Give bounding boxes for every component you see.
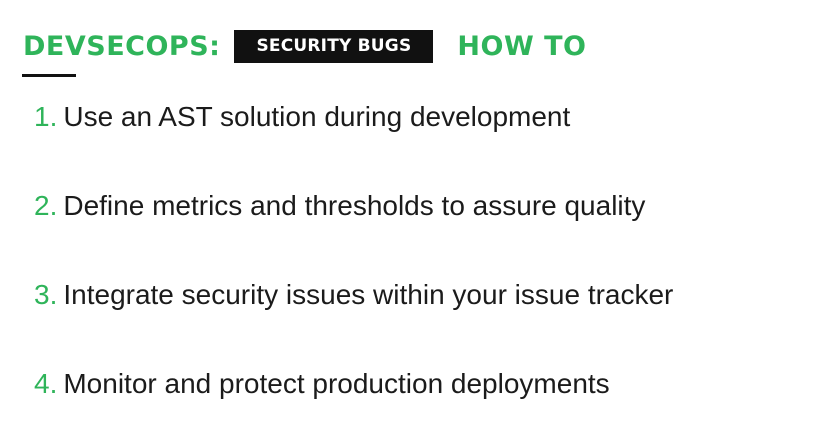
topic-badge: SECURITY BUGS <box>234 29 434 63</box>
step-text: Integrate security issues within your is… <box>63 279 674 310</box>
step-number: 4. <box>34 368 58 399</box>
step-text: Monitor and protect production deploymen… <box>63 368 610 399</box>
step-item: 2. Define metrics and thresholds to assu… <box>34 184 673 228</box>
step-item: 3. Integrate security issues within your… <box>34 273 673 317</box>
step-text: Use an AST solution during development <box>63 101 571 132</box>
slide-header: DEVSECOPS: SECURITY BUGS HOW TO <box>23 28 587 64</box>
section-title: HOW TO <box>457 30 587 62</box>
step-item: 1. Use an AST solution during developmen… <box>34 95 673 139</box>
step-number: 3. <box>34 279 58 310</box>
step-number: 2. <box>34 190 58 221</box>
brand-title: DEVSECOPS: <box>23 30 221 62</box>
steps-list: 1. Use an AST solution during developmen… <box>34 95 673 406</box>
title-underline-divider <box>22 74 76 77</box>
slide: DEVSECOPS: SECURITY BUGS HOW TO 1. Use a… <box>0 0 829 433</box>
step-text: Define metrics and thresholds to assure … <box>63 190 646 221</box>
step-item: 4. Monitor and protect production deploy… <box>34 362 673 406</box>
step-number: 1. <box>34 101 58 132</box>
